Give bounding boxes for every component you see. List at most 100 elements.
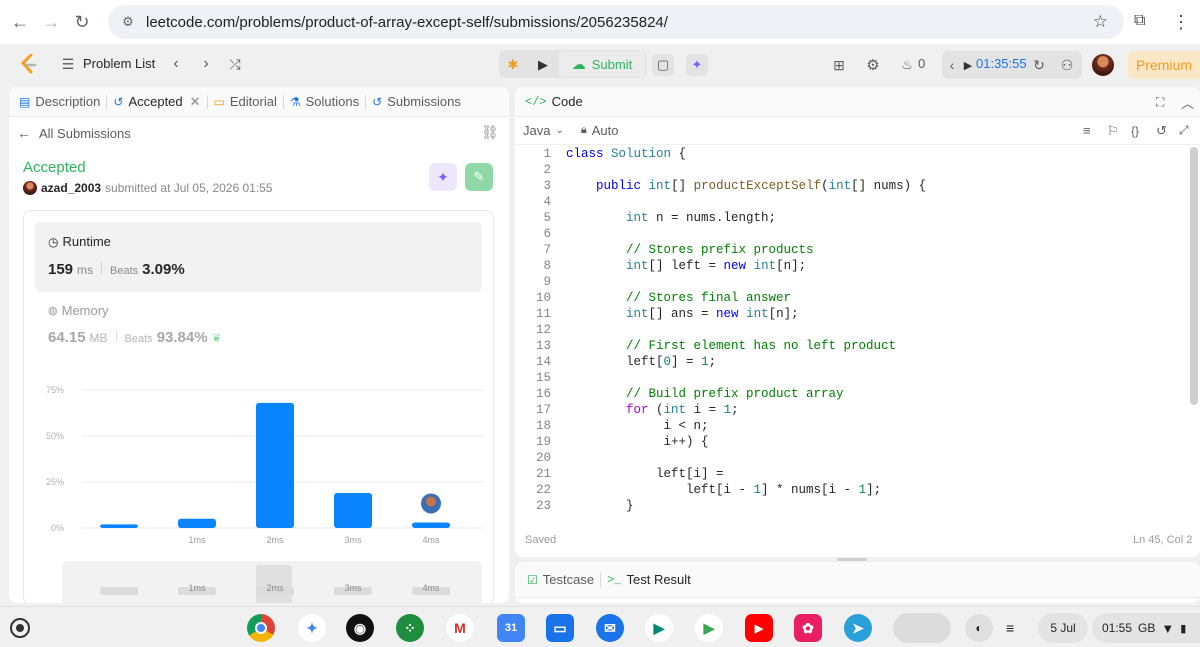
meet-icon[interactable]: ▶ xyxy=(645,614,673,642)
url-text[interactable]: leetcode.com/problems/product-of-array-e… xyxy=(146,14,668,31)
layout-grid-icon[interactable]: ⊞ xyxy=(830,56,848,74)
code-text[interactable]: } xyxy=(566,499,634,513)
user-avatar[interactable] xyxy=(1092,54,1114,76)
gallery-icon[interactable]: ✿ xyxy=(794,614,822,642)
code-line[interactable]: 3 public int[] productExceptSelf(int[] n… xyxy=(515,179,1187,195)
leetcode-logo-icon[interactable] xyxy=(18,53,40,75)
gemini-icon[interactable]: ✦ xyxy=(298,614,326,642)
code-text[interactable]: class Solution { xyxy=(566,147,686,161)
code-line[interactable]: 22 left[i - 1] * nums[i - 1]; xyxy=(515,483,1187,499)
prev-problem-icon[interactable]: ‹ xyxy=(168,54,184,74)
tab-solutions[interactable]: ⚗ Solutions xyxy=(284,87,365,117)
list-icon[interactable]: ☰ xyxy=(60,56,76,72)
site-info-icon[interactable]: ⚙ xyxy=(118,12,138,32)
address-bar[interactable]: ⚙ leetcode.com/problems/product-of-array… xyxy=(108,5,1124,39)
code-line[interactable]: 6 xyxy=(515,227,1187,243)
braces-icon[interactable]: {} xyxy=(1131,124,1139,138)
premium-button[interactable]: Premium xyxy=(1128,51,1200,79)
code-text[interactable]: // Stores final answer xyxy=(566,291,791,305)
timer-collapse-icon[interactable]: ‹ xyxy=(946,56,958,74)
gmail-icon[interactable]: M xyxy=(446,614,474,642)
add-friend-icon[interactable]: ⚇ xyxy=(1058,56,1076,74)
code-line[interactable]: 12 xyxy=(515,323,1187,339)
share-link-icon[interactable]: ⛓ xyxy=(481,124,499,141)
chat-icon[interactable]: ✉ xyxy=(596,614,624,642)
edit-notes-button[interactable]: ✎ xyxy=(465,163,493,191)
taskbar-date[interactable]: 5 Jul xyxy=(1038,613,1088,643)
collapse-icon[interactable]: ︿ xyxy=(1181,93,1194,112)
timer-reset-icon[interactable]: ↻ xyxy=(1031,56,1047,74)
tab-test-result[interactable]: >_ Test Result xyxy=(601,562,697,598)
code-text[interactable]: for (int i = 1; xyxy=(566,403,739,417)
code-text[interactable]: left[i] = xyxy=(566,467,724,481)
code-text[interactable]: // Stores prefix products xyxy=(566,243,814,257)
format-icon[interactable]: ≡ xyxy=(1083,123,1091,138)
runtime-distribution-chart[interactable]: 75% 50% 25% 0% 1ms 2ms 3ms 4ms 1ms 2ms 3ms 4ms xyxy=(24,211,495,603)
youtube-icon[interactable]: ▶ xyxy=(745,614,773,642)
code-line[interactable]: 21 left[i] = xyxy=(515,467,1187,483)
submit-button[interactable]: ☁ Submit xyxy=(559,51,645,77)
code-line[interactable]: 11 int[] ans = new int[n]; xyxy=(515,307,1187,323)
files-icon[interactable]: ▭ xyxy=(546,614,574,642)
app-grid-icon[interactable]: ⁘ xyxy=(396,614,424,642)
chrome-icon[interactable] xyxy=(247,614,275,642)
code-line[interactable]: 9 xyxy=(515,275,1187,291)
run-icon[interactable]: ▶ xyxy=(534,56,552,74)
notification-icon[interactable]: ≡ xyxy=(1006,620,1014,636)
tab-submissions[interactable]: ↺ Submissions xyxy=(366,87,467,117)
code-text[interactable]: // First element has no left product xyxy=(566,339,896,353)
tab-testcase[interactable]: ☑ Testcase xyxy=(515,562,600,598)
code-text[interactable]: i < n; xyxy=(566,419,709,433)
tab-accepted[interactable]: ↺ Accepted ✕ xyxy=(107,87,206,117)
code-line[interactable]: 1 class Solution { xyxy=(515,147,1187,163)
analyze-ai-button[interactable]: ✦ xyxy=(429,163,457,191)
play-store-icon[interactable]: ▶ xyxy=(695,614,723,642)
language-select[interactable]: Java ⌄ xyxy=(523,123,564,138)
code-line[interactable]: 7 // Stores prefix products xyxy=(515,243,1187,259)
screen-record-icon[interactable]: ◐ xyxy=(965,614,993,642)
code-line[interactable]: 5 int n = nums.length; xyxy=(515,211,1187,227)
tab-editorial[interactable]: ▭ Editorial xyxy=(208,87,283,117)
code-line[interactable]: 16 // Build prefix product array xyxy=(515,387,1187,403)
bookmark-star-icon[interactable]: ☆ xyxy=(1093,12,1108,32)
notes-icon[interactable]: ▢ xyxy=(652,54,674,76)
settings-gear-icon[interactable]: ⚙ xyxy=(864,56,882,74)
podcast-icon[interactable]: ◉ xyxy=(346,614,374,642)
streak-fire-icon[interactable]: ♨ xyxy=(899,56,915,74)
tab-code[interactable]: </> Code xyxy=(515,87,589,117)
code-text[interactable]: // Build prefix product array xyxy=(566,387,844,401)
code-line[interactable]: 23 } xyxy=(515,499,1187,515)
status-tray[interactable]: 01:55 GB ▼ ▮ xyxy=(1092,613,1200,643)
debug-icon[interactable]: ✱ xyxy=(504,56,522,74)
shuffle-icon[interactable]: ⤮ xyxy=(226,54,244,74)
window-previews[interactable] xyxy=(893,613,951,643)
code-line[interactable]: 18 i < n; xyxy=(515,419,1187,435)
telegram-icon[interactable]: ➤ xyxy=(844,614,872,642)
username[interactable]: azad_2003 xyxy=(41,181,101,195)
code-text[interactable]: public int[] productExceptSelf(int[] num… xyxy=(566,179,926,193)
code-text[interactable]: int[] ans = new int[n]; xyxy=(566,307,799,321)
maximize-icon[interactable]: ⛶ xyxy=(1156,95,1164,110)
timer-display[interactable]: 01:35:55 xyxy=(976,56,1027,71)
calendar-icon[interactable]: 31 xyxy=(497,614,525,642)
close-tab-icon[interactable]: ✕ xyxy=(190,94,201,110)
code-line[interactable]: 2 xyxy=(515,163,1187,179)
code-line[interactable]: 19 i++) { xyxy=(515,435,1187,451)
ai-sparkle-icon[interactable]: ✦ xyxy=(686,54,708,76)
code-line[interactable]: 10 // Stores final answer xyxy=(515,291,1187,307)
reset-code-icon[interactable]: ↺ xyxy=(1156,123,1167,139)
expand-icon[interactable]: ⤢ xyxy=(1179,123,1189,138)
code-text[interactable]: i++) { xyxy=(566,435,709,449)
back-icon[interactable]: ← xyxy=(9,11,31,33)
code-text[interactable]: int[] left = new int[n]; xyxy=(566,259,806,273)
code-line[interactable]: 20 xyxy=(515,451,1187,467)
timer-play-icon[interactable]: ▶ xyxy=(962,57,974,73)
bookmark-icon[interactable]: ⚐ xyxy=(1107,123,1119,139)
forward-icon[interactable]: → xyxy=(40,11,62,33)
launcher-icon[interactable] xyxy=(10,618,30,638)
problem-list-link[interactable]: Problem List xyxy=(83,56,155,71)
code-line[interactable]: 8 int[] left = new int[n]; xyxy=(515,259,1187,275)
all-submissions-link[interactable]: ← All Submissions xyxy=(17,125,131,141)
code-line[interactable]: 4 xyxy=(515,195,1187,211)
code-line[interactable]: 13 // First element has no left product xyxy=(515,339,1187,355)
